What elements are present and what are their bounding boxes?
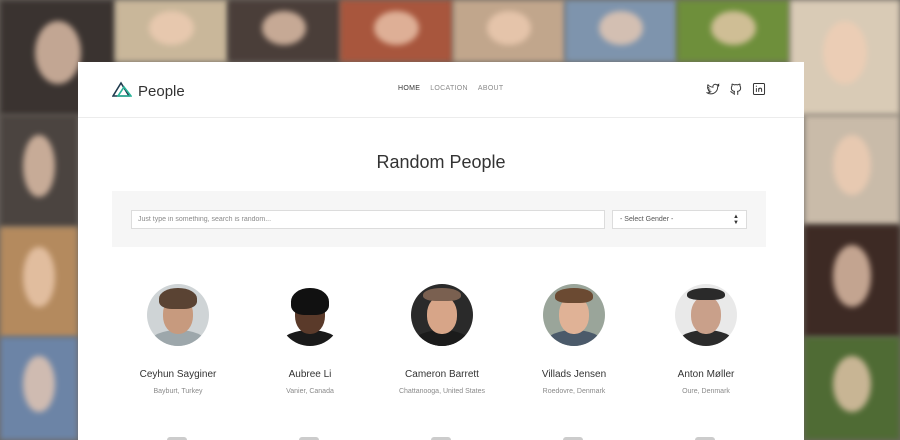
- person-name: Anton Møller: [677, 369, 735, 380]
- top-navbar: People HOME LOCATION ABOUT: [78, 62, 804, 118]
- person-location: Vanier, Canada: [286, 388, 334, 395]
- avatar: [675, 284, 737, 346]
- person-card[interactable]: Villads Jensen Roedovre, Denmark: [508, 284, 640, 395]
- nav-about[interactable]: ABOUT: [478, 85, 504, 92]
- gender-select-value: - Select Gender -: [620, 216, 674, 223]
- main-card: People HOME LOCATION ABOUT Random People…: [78, 62, 804, 440]
- page-title: Random People: [376, 152, 506, 172]
- person-location: Roedovre, Denmark: [542, 388, 606, 395]
- person-location: Chattanooga, United States: [398, 388, 485, 395]
- twitter-icon[interactable]: [705, 82, 720, 96]
- person-card[interactable]: Anton Møller Oure, Denmark: [640, 284, 772, 395]
- person-card[interactable]: Aubree Li Vanier, Canada: [244, 284, 376, 395]
- person-location: Oure, Denmark: [682, 388, 730, 395]
- gender-select[interactable]: - Select Gender - ▲ ▼: [612, 210, 747, 229]
- linkedin-icon[interactable]: [752, 82, 766, 96]
- people-grid: Ceyhun Sayginer Bayburt, Turkey Aubree L…: [112, 284, 772, 404]
- github-icon[interactable]: [729, 82, 743, 96]
- avatar: [147, 284, 209, 346]
- person-card[interactable]: Cameron Barrett Chattanooga, United Stat…: [376, 284, 508, 395]
- person-name: Ceyhun Sayginer: [139, 369, 217, 380]
- brand[interactable]: People: [111, 81, 185, 102]
- select-caret-icon: ▲ ▼: [733, 213, 739, 226]
- avatar: [543, 284, 605, 346]
- person-name: Cameron Barrett: [405, 369, 479, 380]
- person-card[interactable]: Ceyhun Sayginer Bayburt, Turkey: [112, 284, 244, 395]
- brand-name: People: [138, 83, 185, 100]
- nav-location[interactable]: LOCATION: [430, 85, 468, 92]
- avatar: [411, 284, 473, 346]
- social-links: [705, 82, 766, 96]
- search-input[interactable]: [131, 210, 605, 229]
- search-panel: - Select Gender - ▲▼: [112, 191, 766, 247]
- avatar: [279, 284, 341, 346]
- main-menu: HOME LOCATION ABOUT: [398, 85, 504, 92]
- logo-icon: [111, 81, 133, 102]
- person-location: Bayburt, Turkey: [153, 388, 203, 395]
- person-name: Villads Jensen: [541, 369, 607, 380]
- nav-home[interactable]: HOME: [398, 85, 420, 92]
- person-name: Aubree Li: [288, 369, 332, 380]
